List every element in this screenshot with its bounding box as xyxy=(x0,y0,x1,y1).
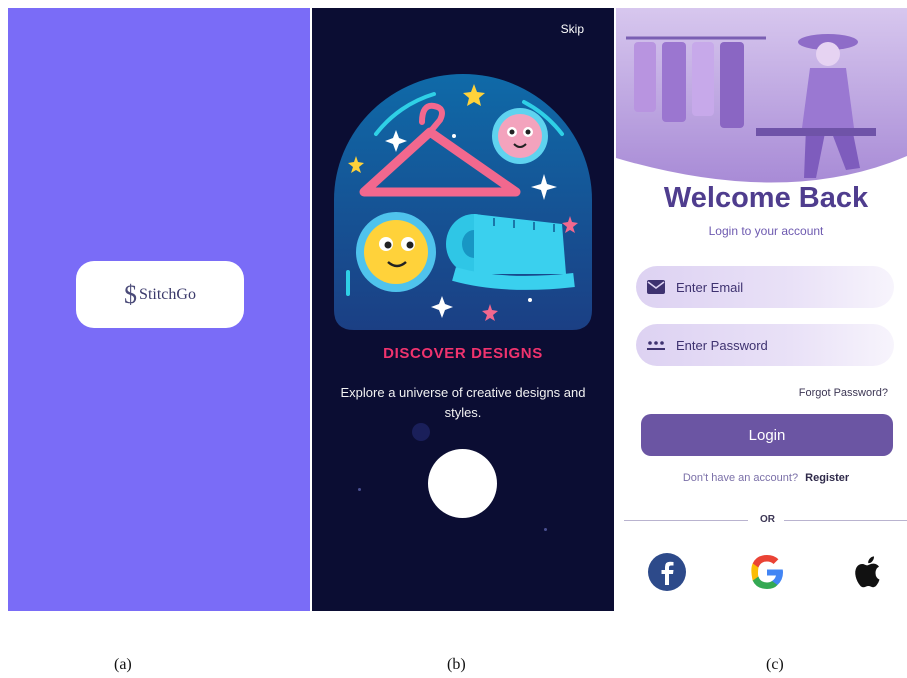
next-button[interactable] xyxy=(428,449,497,518)
password-placeholder: Enter Password xyxy=(676,337,768,353)
brand-logo: $ StitchGo xyxy=(124,280,196,310)
divider-label: OR xyxy=(760,514,775,525)
splash-logo-card: $ StitchGo xyxy=(76,261,244,328)
facebook-icon[interactable] xyxy=(647,552,687,592)
needle-thread-icon: $ xyxy=(124,279,138,309)
login-button[interactable]: Login xyxy=(641,414,893,456)
divider-line xyxy=(784,520,907,521)
or-divider: OR xyxy=(624,514,907,526)
email-field[interactable]: Enter Email xyxy=(636,266,894,308)
divider-line xyxy=(624,520,748,521)
smiley-face-icon xyxy=(356,212,436,292)
decorative-dot xyxy=(412,423,430,441)
no-account-text: Don't have an account? xyxy=(682,472,799,484)
smiley-face-icon xyxy=(492,108,548,164)
password-field[interactable]: Enter Password xyxy=(636,324,894,366)
fashion-header-image xyxy=(616,8,907,183)
google-icon[interactable] xyxy=(747,552,787,592)
measuring-tape-icon xyxy=(446,214,575,290)
page-title: Welcome Back xyxy=(663,182,869,214)
skip-button[interactable]: Skip xyxy=(561,22,584,36)
onboarding-title: DISCOVER DESIGNS xyxy=(383,345,543,362)
onboarding-description: Explore a universe of creative designs a… xyxy=(340,385,586,420)
login-screen: Welcome Back Login to your account Enter… xyxy=(616,8,907,611)
email-placeholder: Enter Email xyxy=(676,279,744,295)
decorative-dot xyxy=(544,528,547,531)
caption-b: (b) xyxy=(447,656,466,673)
caption-a: (a) xyxy=(114,656,132,673)
mail-icon xyxy=(636,280,676,294)
page-subtitle: Login to your account xyxy=(708,224,824,238)
apple-icon[interactable] xyxy=(848,552,888,592)
brand-name: StitchGo xyxy=(139,285,196,303)
forgot-password-link[interactable]: Forgot Password? xyxy=(799,387,888,399)
password-icon xyxy=(636,339,676,351)
splash-screen: $ StitchGo xyxy=(8,8,310,611)
decorative-dot xyxy=(358,488,361,491)
caption-c: (c) xyxy=(766,656,784,673)
register-prompt: Don't have an account? Register xyxy=(616,472,907,484)
onboarding-illustration xyxy=(334,74,592,330)
register-link[interactable]: Register xyxy=(805,472,849,484)
onboarding-screen: Skip DISCOVER DESIGNS Explore a universe… xyxy=(312,8,614,611)
